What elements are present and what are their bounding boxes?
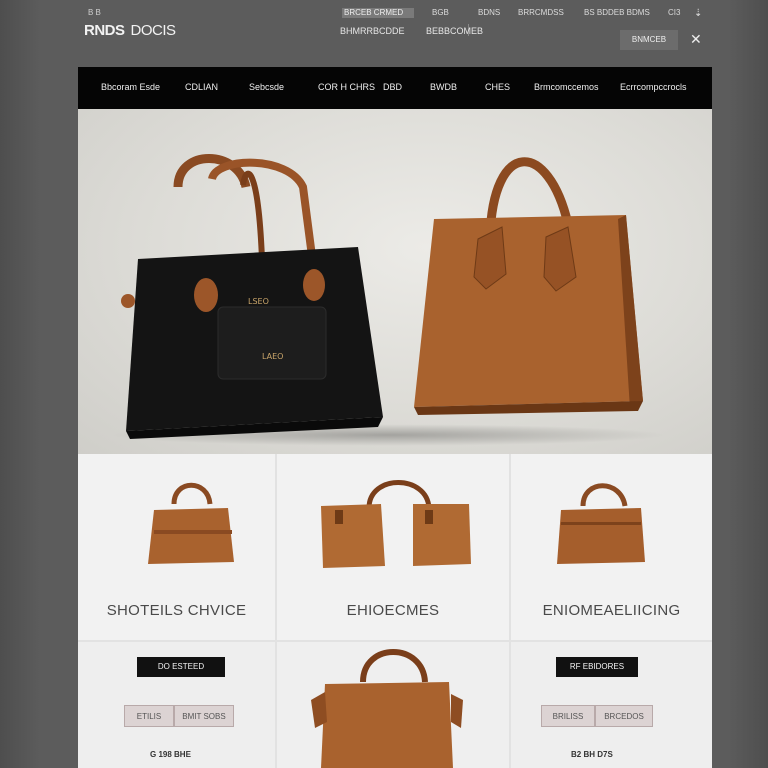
dropdown-arrow-icon[interactable]: ⇣ [694,8,702,19]
price-label-right: B2 BH D7S [571,750,613,759]
brand-tagline: B B [88,8,101,17]
product-card-1[interactable]: SHOTEILS CHVICE [78,454,275,640]
brand-logo[interactable]: RNDS DOCIS [84,22,176,39]
lower-card-left: DO ESTEED ETILIS BMIT SOBS G 198 BHE [78,642,275,768]
nav-item-9[interactable]: Ecrrcompccrocls [620,82,687,92]
filter-pill-4[interactable]: BRCEDOS [595,705,653,727]
util-link-1[interactable]: BGB [432,8,449,17]
nav-item-6[interactable]: BWDB [430,82,457,92]
product-1-title: SHOTEILS CHVICE [106,602,247,619]
black-handbag: LSEO LAEO [121,154,383,439]
product-card-2[interactable]: EHIOECMES [277,454,509,640]
nav-item-3[interactable]: Sebcsde [249,82,284,92]
hero-bags-illustration: LSEO LAEO [121,154,643,439]
nav-item-4[interactable]: COR H CHRS [318,82,375,92]
lower-card-right: RF EBIDORES BRILISS BRCEDOS B2 BH D7S [511,642,712,768]
product-3-title: ENIOMEAELIICING [542,602,681,619]
product-card-3[interactable]: ENIOMEAELIICING [511,454,712,640]
filter-pill-2[interactable]: BMIT SOBS [174,705,234,727]
util-link-2[interactable]: BDNS [478,8,500,17]
close-icon[interactable]: ✕ [690,32,702,46]
explore-button[interactable]: RF EBIDORES [556,657,638,677]
login-button[interactable]: BNMCEB [620,30,678,50]
black-bag-label-top: LSEO [248,297,269,306]
nav-item-1[interactable]: Bbcoram Esde [101,82,160,92]
product-3-image [557,483,645,564]
lower-card-center[interactable] [277,642,509,768]
product-2-title: EHIOECMES [346,602,440,619]
nav-item-2[interactable]: CDLIAN [185,82,218,92]
shop-now-button[interactable]: DO ESTEED [137,657,225,677]
filter-pill-3[interactable]: BRILISS [541,705,595,727]
util-link-3[interactable]: BRRCMDSS [518,8,564,17]
search-input[interactable]: BRCEB CRMED [342,8,414,18]
hero-banner[interactable]: LSEO LAEO [78,109,712,454]
brand-logo-main: RNDS [84,22,125,39]
price-label: G 198 BHE [150,750,191,759]
black-bag-label-bottom: LAEO [262,352,283,361]
util-link-4[interactable]: BS BDDEB BDMS [584,8,650,17]
filter-pill-1[interactable]: ETILIS [124,705,174,727]
tan-handbag [414,157,643,415]
nav-item-7[interactable]: CHES [485,82,510,92]
lower-center-bag-image [311,649,463,768]
product-grid: SHOTEILS CHVICE EHIOECMES ENIOMEAELIICIN… [78,454,712,768]
nav-item-8[interactable]: Brmcomccemos [534,82,599,92]
nav-item-5[interactable]: DBD [383,82,402,92]
product-1-image [148,482,234,564]
brand-logo-second: DOCIS [130,22,177,39]
product-2-image [321,480,471,568]
secondary-link-2[interactable]: BEBBCOMEB [426,26,483,36]
secondary-link-1[interactable]: BHMRRBCDDE [340,26,405,36]
main-nav: Bbcoram Esde CDLIAN Sebcsde COR H CHRS D… [78,67,712,109]
util-link-5[interactable]: CI3 [668,8,680,17]
top-bar: B B RNDS DOCIS BRCEB CRMED BGB BDNS BRRCM… [78,0,712,66]
